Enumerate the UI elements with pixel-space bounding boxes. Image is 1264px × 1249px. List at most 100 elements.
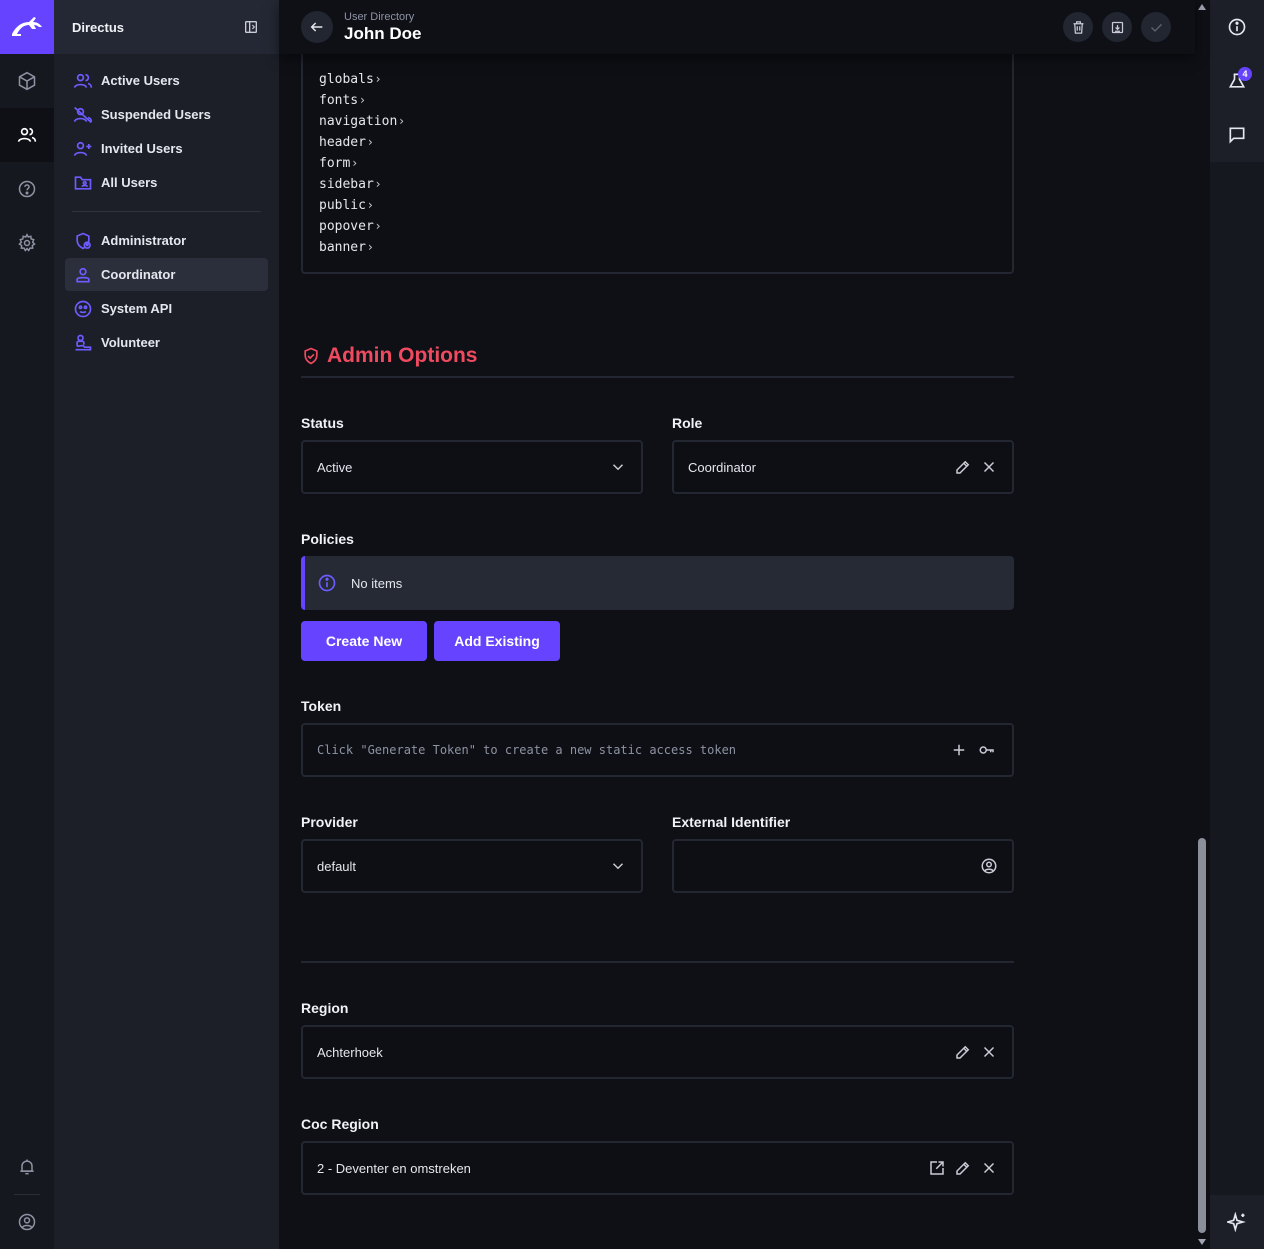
code-line[interactable]: popover ›: [319, 219, 381, 234]
folder-shared-icon: [74, 175, 92, 190]
status-select[interactable]: Active: [301, 440, 643, 494]
shield-check-icon: [304, 347, 318, 365]
module-settings[interactable]: [0, 216, 54, 270]
token-icons: [950, 741, 998, 759]
region-label: Region: [301, 1000, 349, 1016]
nav-item-all-users[interactable]: All Users: [65, 166, 268, 199]
nav-item-active-users[interactable]: Active Users: [65, 64, 268, 97]
directus-logo[interactable]: [0, 0, 54, 54]
collapse-sidebar-icon[interactable]: [243, 19, 259, 35]
code-line[interactable]: banner ›: [319, 240, 373, 255]
nav-item-label: Administrator: [101, 233, 187, 248]
rabbit-logo-icon: [12, 17, 42, 36]
page-title: John Doe: [344, 24, 422, 43]
scrollbar-thumb[interactable]: [1198, 838, 1206, 1233]
nav-header: Directus: [54, 0, 279, 54]
edit-icon[interactable]: [954, 1159, 972, 1177]
code-line[interactable]: public ›: [319, 198, 373, 213]
code-line[interactable]: globals ›: [319, 72, 381, 87]
notice-text: No items: [351, 575, 403, 591]
code-line[interactable]: form ›: [319, 156, 357, 171]
plus-icon[interactable]: [950, 741, 968, 759]
code-line-text: form: [319, 156, 351, 171]
nav-item-system-api[interactable]: System API: [65, 292, 268, 325]
user-profile-button[interactable]: [0, 1195, 54, 1249]
module-help[interactable]: [0, 162, 54, 216]
scroll-down-arrow-icon[interactable]: [1198, 1239, 1206, 1245]
save-button[interactable]: [1141, 12, 1171, 42]
module-bar-bottom: [0, 1140, 54, 1249]
nav-item-volunteer[interactable]: Volunteer: [65, 326, 268, 359]
nav-item-label: Volunteer: [101, 335, 160, 350]
breadcrumb[interactable]: User Directory: [344, 11, 414, 23]
coc-region-label: Coc Region: [301, 1116, 379, 1132]
right-sidebar-panel: 4: [1210, 0, 1264, 162]
nav-item-administrator[interactable]: Administrator: [65, 224, 268, 257]
nav-item-label: All Users: [101, 175, 158, 190]
provider-label: Provider: [301, 814, 358, 830]
edit-icon[interactable]: [954, 1043, 972, 1061]
revisions-sidebar-button[interactable]: 4: [1210, 54, 1264, 108]
code-line[interactable]: fonts ›: [319, 93, 365, 108]
main-scrollbar[interactable]: [1195, 0, 1210, 1249]
code-line-text: fonts: [319, 93, 359, 108]
status-value: Active: [317, 459, 353, 475]
coc-region-icons: [928, 1159, 998, 1177]
back-button[interactable]: [301, 11, 333, 43]
role-icons: [954, 458, 998, 476]
scroll-up-arrow-icon[interactable]: [1198, 4, 1206, 10]
face-icon: [74, 300, 92, 317]
key-icon: [979, 746, 994, 754]
right-sidebar: 4: [1210, 0, 1264, 1249]
provider-value: default: [317, 858, 357, 874]
provider-select[interactable]: default: [301, 839, 643, 893]
external-identifier-input[interactable]: [672, 839, 1014, 893]
chevron-right-icon: ›: [375, 72, 381, 86]
users-icon: [17, 127, 37, 142]
arrow-left-icon: [310, 22, 323, 32]
module-content[interactable]: [0, 54, 54, 108]
section-title-text: Admin Options: [327, 344, 478, 367]
module-users[interactable]: [0, 108, 54, 162]
chevron-right-icon: ›: [367, 198, 373, 212]
region-field[interactable]: Achterhoek: [301, 1025, 1014, 1079]
token-field[interactable]: Click "Generate Token" to create a new s…: [301, 723, 1014, 777]
code-line[interactable]: header ›: [319, 135, 373, 150]
chevron-right-icon: ›: [375, 177, 381, 191]
info-sidebar-button[interactable]: [1210, 0, 1264, 54]
ai-assistant-button[interactable]: [1210, 1195, 1264, 1249]
coc-region-value: 2 - Deventer en omstreken: [317, 1160, 471, 1176]
main-content: globals › fonts › navigation › header › form…: [279, 54, 1195, 1249]
nav-item-invited-users[interactable]: Invited Users: [65, 132, 268, 165]
nav-item-label: Suspended Users: [101, 107, 211, 122]
page-header: User Directory John Doe: [279, 0, 1195, 54]
archive-button[interactable]: [1102, 12, 1132, 42]
create-new-button[interactable]: Create New: [301, 621, 427, 661]
add-existing-button[interactable]: Add Existing: [434, 621, 560, 661]
admin-shield-icon: [76, 232, 91, 249]
edit-icon[interactable]: [954, 458, 972, 476]
users-off-icon: [73, 106, 93, 123]
policies-empty-notice: No items: [301, 556, 1014, 610]
person-icon: [76, 267, 90, 282]
delete-button[interactable]: [1063, 12, 1093, 42]
nav-item-label: Active Users: [101, 73, 180, 88]
role-field[interactable]: Coordinator: [672, 440, 1014, 494]
code-line-text: navigation: [319, 114, 398, 129]
open-in-new-icon[interactable]: [928, 1159, 946, 1177]
code-line[interactable]: sidebar ›: [319, 177, 381, 192]
close-icon[interactable]: [980, 458, 998, 476]
role-label: Role: [672, 415, 703, 431]
chevron-right-icon: ›: [367, 240, 373, 254]
code-line[interactable]: navigation ›: [319, 114, 404, 129]
bell-icon: [20, 1159, 34, 1175]
comments-sidebar-button[interactable]: [1210, 108, 1264, 162]
close-icon[interactable]: [980, 1043, 998, 1061]
nav-item-suspended-users[interactable]: Suspended Users: [65, 98, 268, 131]
notifications-button[interactable]: [0, 1140, 54, 1194]
close-icon[interactable]: [980, 1159, 998, 1177]
code-editor[interactable]: globals › fonts › navigation › header › form…: [301, 54, 1014, 274]
nav-item-coordinator[interactable]: Coordinator: [65, 258, 268, 291]
coc-region-field[interactable]: 2 - Deventer en omstreken: [301, 1141, 1014, 1195]
external-identifier-icons: [980, 857, 998, 875]
